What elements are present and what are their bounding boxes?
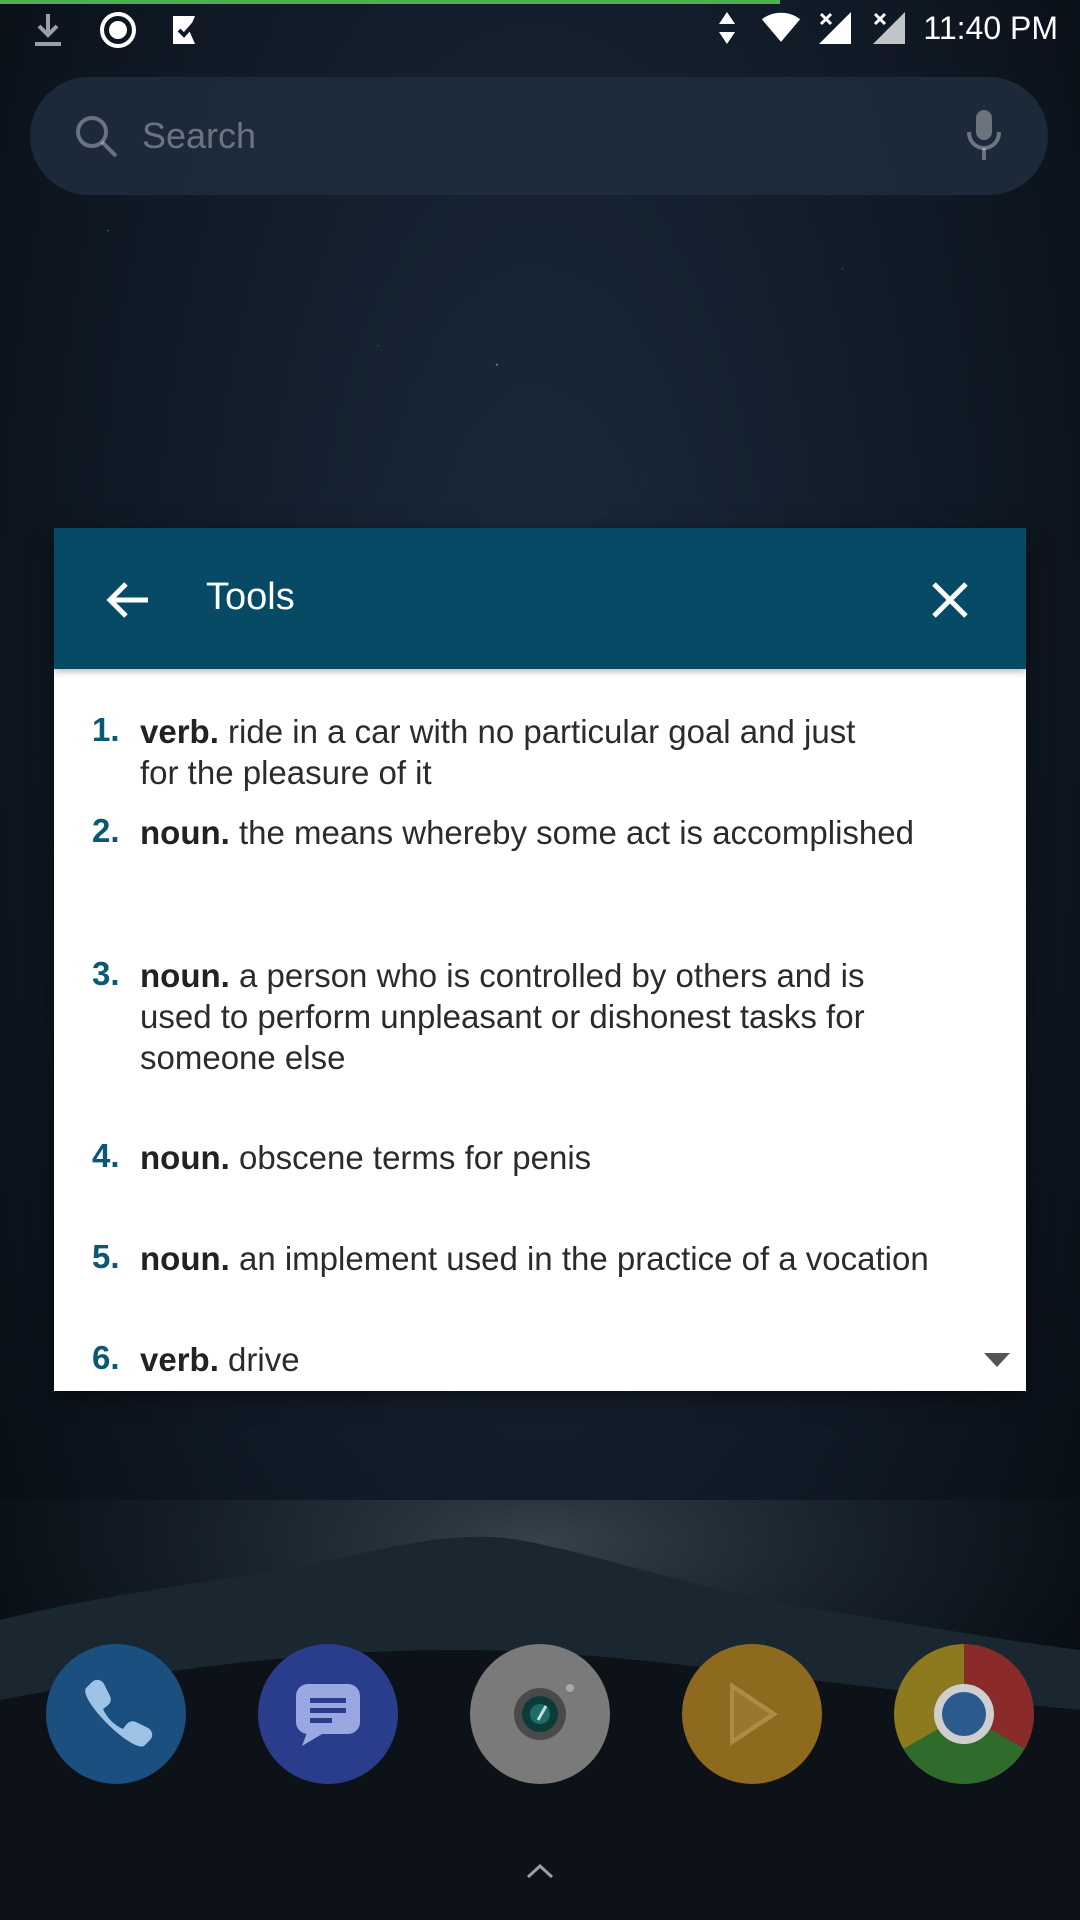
phone-app-icon[interactable] [46, 1644, 186, 1784]
definition-text: the means whereby some act is accomplish… [229, 814, 914, 851]
search-icon [72, 112, 120, 160]
signal-no-sim-icon [815, 8, 855, 48]
play-store-app-icon[interactable] [682, 1644, 822, 1784]
part-of-speech: noun. [140, 1139, 230, 1176]
messages-app-icon[interactable] [258, 1644, 398, 1784]
arrow-left-icon [106, 582, 148, 618]
part-of-speech: verb. [140, 713, 219, 750]
record-icon [98, 10, 138, 50]
check-ticket-icon [168, 10, 208, 50]
part-of-speech: noun. [140, 957, 230, 994]
definition-text: an implement used in the practice of a v… [229, 1240, 929, 1277]
definition-number: 3. [92, 955, 120, 992]
definition-number: 4. [92, 1137, 120, 1174]
download-icon [28, 10, 68, 50]
camera-app-icon[interactable] [470, 1644, 610, 1784]
search-bar[interactable]: Search [30, 77, 1048, 195]
chrome-app-icon[interactable] [894, 1644, 1034, 1784]
app-drawer-chevron-up-icon[interactable] [525, 1862, 555, 1880]
definition-text: ride in a car with no particular goal an… [140, 713, 856, 791]
search-input[interactable]: Search [142, 115, 964, 157]
definition-text: drive [218, 1341, 300, 1378]
definition-text: a person who is controlled by others and… [140, 957, 865, 1076]
back-button[interactable] [98, 570, 158, 630]
definition-number: 6. [92, 1339, 120, 1376]
dialog-header: Tools [54, 528, 1026, 669]
mic-icon[interactable] [964, 108, 1004, 164]
part-of-speech: verb. [140, 1341, 219, 1378]
close-icon [932, 582, 968, 618]
dialog-title: Tools [206, 576, 295, 618]
status-bar: 11:40 PM [0, 0, 1080, 60]
part-of-speech: noun. [140, 814, 230, 851]
close-button[interactable] [920, 570, 980, 630]
status-time: 11:40 PM [923, 9, 1058, 46]
definition-text: obscene terms for penis [229, 1139, 592, 1176]
data-arrows-icon [707, 8, 747, 48]
definition-dialog: Tools 1. verb. ride in a car with no par… [54, 528, 1026, 1391]
definition-number: 5. [92, 1238, 120, 1275]
scroll-down-arrow-icon[interactable] [984, 1353, 1010, 1367]
part-of-speech: noun. [140, 1240, 230, 1277]
signal-no-sim-icon [869, 8, 909, 48]
wifi-icon [761, 8, 801, 48]
app-dock [0, 1644, 1080, 1784]
definition-number: 1. [92, 711, 120, 748]
definition-number: 2. [92, 812, 120, 849]
